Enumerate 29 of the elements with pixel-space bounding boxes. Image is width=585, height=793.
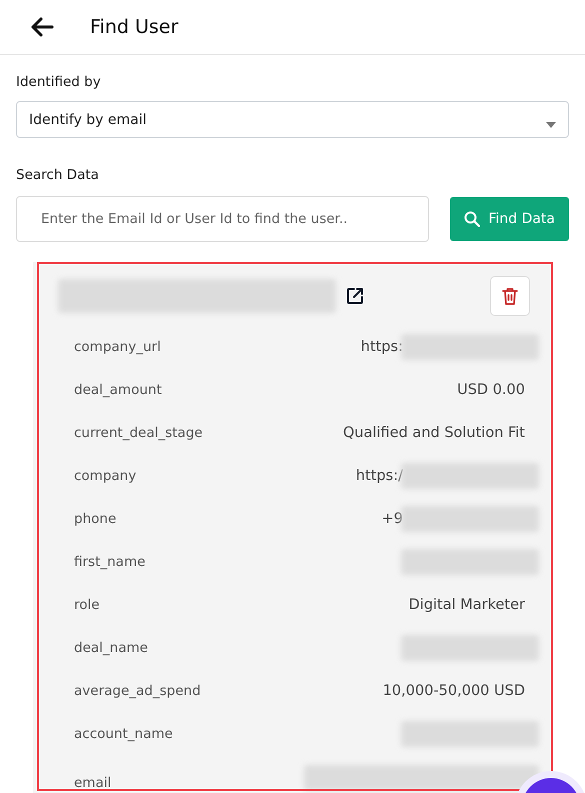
field-value: Qualified and Solution Fit bbox=[343, 424, 525, 440]
field-name: email bbox=[74, 775, 112, 791]
dropdown-caret-icon bbox=[546, 122, 556, 128]
field-name: current_deal_stage bbox=[74, 424, 203, 440]
delete-button[interactable] bbox=[490, 276, 530, 316]
back-arrow-icon[interactable] bbox=[30, 17, 54, 37]
external-link-icon[interactable] bbox=[346, 287, 364, 305]
field-name: company_url bbox=[74, 338, 161, 354]
field-value: Digital Marketer bbox=[408, 596, 525, 612]
field-label: Search Data bbox=[16, 167, 99, 183]
search-field[interactable]: Enter the Email Id or User Id to find the user.. bbox=[16, 196, 430, 242]
field-name: role bbox=[74, 596, 100, 612]
field-name: deal_name bbox=[74, 640, 148, 656]
field-name: account_name bbox=[74, 726, 173, 742]
field-value: +9 bbox=[382, 510, 403, 526]
field-name: average_ad_spend bbox=[74, 682, 201, 698]
field-value: https: bbox=[360, 338, 403, 354]
field-value: USD 0.00 bbox=[457, 382, 525, 398]
search-icon bbox=[464, 211, 480, 227]
trash-icon bbox=[502, 287, 518, 305]
field-name: company bbox=[74, 468, 136, 484]
page-title: Find User bbox=[90, 16, 178, 38]
field-value: 10,000-50,000 USD bbox=[382, 682, 525, 698]
field-name: phone bbox=[74, 510, 116, 526]
field-label: Identified by bbox=[16, 74, 101, 90]
identify-dropdown[interactable]: Identify by email bbox=[16, 101, 569, 138]
field-name: deal_amount bbox=[74, 382, 162, 398]
field-name: first_name bbox=[74, 554, 146, 570]
field-value: https:/ bbox=[356, 468, 403, 484]
